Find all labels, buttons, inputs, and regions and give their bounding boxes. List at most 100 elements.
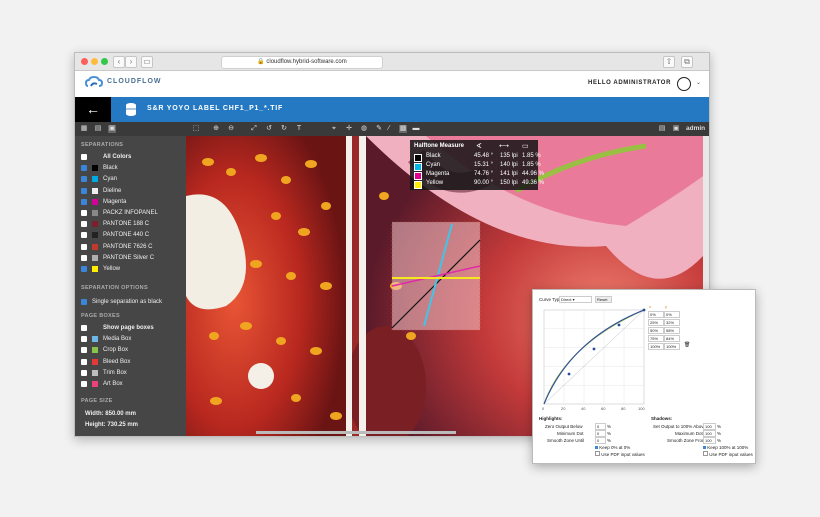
sidebar-checkbox[interactable]: [81, 381, 87, 387]
sidebar-checkbox[interactable]: [81, 325, 87, 331]
text-icon[interactable]: T: [295, 125, 303, 133]
sidebar-item[interactable]: Trim Box: [81, 369, 185, 378]
rotate-left-icon[interactable]: ↺: [265, 125, 273, 133]
curve-table-cell[interactable]: 0%: [648, 311, 664, 318]
measure-icon[interactable]: ⌖: [330, 125, 338, 133]
select-icon[interactable]: ⬚: [192, 125, 200, 133]
curve-table-cell[interactable]: 25%: [648, 319, 664, 326]
use-pdf-row[interactable]: Use PDF input values: [595, 451, 645, 457]
single-separation-option[interactable]: Single separation as black: [81, 298, 185, 307]
document-titlebar: ← S&R YOYO LABEL CHF1_P1_*.TIF: [75, 97, 709, 122]
sidebar-checkbox[interactable]: [81, 347, 87, 354]
smooth-until-input[interactable]: 0: [595, 437, 606, 444]
sidebar-checkbox[interactable]: [81, 154, 87, 160]
use-pdf2-checkbox[interactable]: [703, 451, 708, 456]
curve-type-select[interactable]: Direct ▾: [559, 296, 592, 303]
user-menu-chevron-icon[interactable]: ⌄: [696, 79, 701, 86]
use-pdf-checkbox[interactable]: [595, 451, 600, 456]
chat-icon[interactable]: ▤: [658, 125, 666, 133]
use-pdf-label: Use PDF input values: [601, 452, 645, 457]
rotate-right-icon[interactable]: ↻: [280, 125, 288, 133]
sidebar-checkbox[interactable]: [81, 243, 87, 250]
sidebar-checkbox[interactable]: [81, 221, 87, 228]
sidebar-item[interactable]: PANTONE 7626 C: [81, 243, 185, 252]
forward-nav-icon[interactable]: ›: [125, 56, 137, 68]
address-bar[interactable]: 🔒 cloudflow.hybrid-software.com: [221, 56, 383, 69]
densitometer-icon[interactable]: ◍: [360, 125, 368, 133]
back-nav-icon[interactable]: ‹: [113, 56, 125, 68]
minimize-dot[interactable]: [91, 58, 98, 65]
zoom-dot[interactable]: [101, 58, 108, 65]
zoom-out-icon[interactable]: ⊖: [227, 125, 235, 133]
sidebar-checkbox[interactable]: [81, 254, 87, 261]
curve-table-cell[interactable]: 100%: [648, 343, 664, 350]
sidebar-checkbox[interactable]: [81, 210, 87, 216]
smooth-from-input[interactable]: 100: [703, 437, 716, 444]
sidebar-item[interactable]: Yellow: [81, 265, 185, 274]
sidebar-item[interactable]: Black: [81, 164, 185, 173]
fit-icon[interactable]: ⤢: [250, 125, 258, 133]
curve-table-cell[interactable]: 32%: [664, 319, 680, 326]
horizontal-scrollbar[interactable]: [256, 431, 456, 434]
sidebar-toggle-icon[interactable]: ▭: [141, 56, 153, 68]
sidebar-checkbox[interactable]: [81, 187, 87, 194]
min-dot-input[interactable]: 0: [595, 430, 606, 437]
curve-table-cell[interactable]: 58%: [664, 327, 680, 334]
close-dot[interactable]: [81, 58, 88, 65]
keep100-checkbox[interactable]: [703, 446, 706, 449]
sidebar-checkbox[interactable]: [81, 165, 87, 172]
curve-graph[interactable]: 0 20 40 60 80 100: [536, 304, 648, 412]
set-output-input[interactable]: 100: [703, 423, 716, 430]
sidebar-checkbox[interactable]: [81, 336, 87, 343]
grid-icon[interactable]: ▦: [80, 125, 88, 133]
sidebar-item[interactable]: Cyan: [81, 175, 185, 184]
curve-table-cell[interactable]: 84%: [664, 335, 680, 342]
keep100-row[interactable]: Keep 100% at 100%: [703, 445, 748, 450]
delete-point-icon[interactable]: 🗑: [684, 342, 690, 348]
sidebar-checkbox[interactable]: [81, 266, 87, 272]
sidebar-item[interactable]: PANTONE Silver C: [81, 254, 185, 263]
single-separation-checkbox[interactable]: [81, 299, 87, 305]
sidebar-checkbox[interactable]: [81, 369, 87, 376]
avatar[interactable]: [677, 77, 691, 91]
sidebar-item[interactable]: Crop Box: [81, 346, 185, 355]
keep0-checkbox[interactable]: [595, 446, 598, 449]
curve-table-cell[interactable]: 75%: [648, 335, 664, 342]
sidebar-checkbox[interactable]: [81, 198, 87, 205]
back-button[interactable]: ←: [75, 97, 111, 122]
sidebar-item[interactable]: Dieline: [81, 187, 185, 196]
sidebar-item-label: Dieline: [103, 187, 122, 194]
sidebar-item[interactable]: Art Box: [81, 380, 185, 389]
sidebar-item[interactable]: PANTONE 188 C: [81, 220, 185, 229]
halftone-icon[interactable]: ▩: [399, 125, 407, 133]
sidebar-item[interactable]: Magenta: [81, 198, 185, 207]
sidebar-item[interactable]: PANTONE 440 C: [81, 231, 185, 240]
max-dot-input[interactable]: 100: [703, 430, 716, 437]
ruler-icon[interactable]: ▬: [412, 125, 420, 133]
user-icon[interactable]: ▣: [672, 125, 680, 133]
sidebar-item[interactable]: Media Box: [81, 335, 185, 344]
crosshair-icon[interactable]: ✛: [345, 125, 353, 133]
sidebar-item[interactable]: Show page boxes: [81, 324, 185, 333]
info-icon[interactable]: ▣: [108, 125, 116, 133]
keep0-row[interactable]: Keep 0% at 0%: [595, 445, 630, 450]
sidebar-checkbox[interactable]: [81, 176, 87, 183]
curve-table-cell[interactable]: 50%: [648, 327, 664, 334]
sidebar-checkbox[interactable]: [81, 358, 87, 365]
sidebar-item[interactable]: Bleed Box: [81, 358, 185, 367]
curve-table-cell[interactable]: 100%: [664, 343, 680, 350]
sidebar-checkbox[interactable]: [81, 232, 87, 239]
curve-table-cell[interactable]: 0%: [664, 311, 680, 318]
use-pdf2-row[interactable]: Use PDF input values: [703, 451, 753, 457]
share-icon[interactable]: ⇧: [663, 56, 675, 68]
tabs-icon[interactable]: ⧉: [681, 56, 693, 68]
zoom-in-icon[interactable]: ⊕: [212, 125, 220, 133]
reset-button[interactable]: Reset: [595, 296, 612, 303]
pen-icon[interactable]: ✎: [375, 125, 383, 133]
zero-output-input[interactable]: 0: [595, 423, 606, 430]
eyedropper-icon[interactable]: ⁄: [385, 125, 393, 133]
sidebar-item[interactable]: PACKZ INFOPANEL: [81, 209, 185, 218]
comment-icon[interactable]: ▤: [94, 125, 102, 133]
sidebar-item-label: Black: [103, 165, 118, 172]
sidebar-item[interactable]: All Colors: [81, 153, 185, 162]
